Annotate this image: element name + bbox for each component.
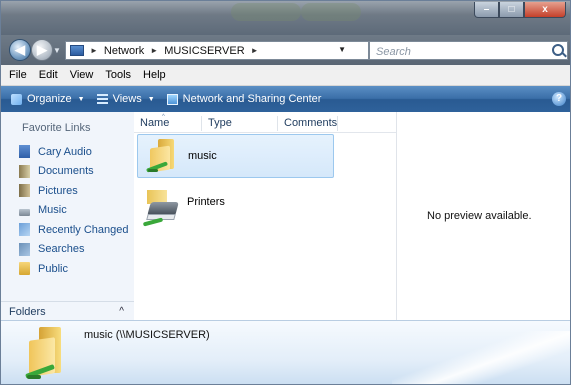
favorite-links-list: Cary Audio Documents Pictures Music Rece…	[1, 142, 134, 279]
title-bar[interactable]: – □ x	[1, 1, 570, 35]
details-pane: music (\\MUSICSERVER)	[1, 320, 570, 384]
favorite-links-heading: Favorite Links	[22, 122, 91, 134]
explorer-window: – □ x ◀ ▶ ▼ ► Network ► MUSICSERVER ► ▼ …	[0, 0, 571, 385]
favorite-link-label: Recently Changed	[38, 223, 129, 236]
folders-label: Folders	[9, 305, 46, 318]
views-label: Views	[112, 93, 142, 105]
command-bar: Organize ▼ Views ▼ Network and Sharing C…	[1, 86, 570, 112]
list-item-printers[interactable]: Printers	[137, 188, 334, 232]
sort-indicator-icon: ^	[162, 113, 165, 120]
folders-toggle[interactable]: Folders ^	[1, 301, 134, 321]
views-button[interactable]: Views ▼	[96, 93, 155, 105]
chevron-down-icon: ▼	[77, 95, 85, 103]
chevron-down-icon: ▼	[147, 95, 155, 103]
network-sharing-label: Network and Sharing Center	[182, 93, 322, 105]
network-folder-icon	[145, 139, 178, 173]
preview-message: No preview available.	[427, 210, 532, 222]
organize-label: Organize	[27, 93, 72, 105]
network-location-icon	[70, 45, 84, 56]
title-glass	[301, 3, 361, 21]
search-icon[interactable]	[552, 44, 564, 56]
navigation-pane: Favorite Links Cary Audio Documents Pict…	[1, 112, 135, 320]
favorite-link-label: Documents	[38, 165, 94, 178]
search-box[interactable]	[369, 41, 568, 60]
menu-view[interactable]: View	[64, 69, 100, 81]
column-header-type[interactable]: Type	[202, 115, 278, 131]
favorite-link-searches[interactable]: Searches	[1, 240, 134, 260]
network-sharing-center-button[interactable]: Network and Sharing Center	[166, 93, 322, 105]
address-row: ◀ ▶ ▼ ► Network ► MUSICSERVER ► ▼ ↔	[1, 35, 570, 65]
details-item-name: music (\\MUSICSERVER)	[84, 329, 210, 341]
list-item-label: Printers	[187, 196, 225, 208]
menu-edit[interactable]: Edit	[33, 69, 64, 81]
recently-changed-icon	[19, 223, 30, 237]
network-folder-icon	[23, 327, 67, 381]
menu-file[interactable]: File	[1, 69, 33, 81]
favorite-link-label: Searches	[38, 243, 85, 256]
close-button[interactable]: x	[524, 2, 566, 18]
maximize-button[interactable]: □	[499, 2, 524, 18]
column-header-name[interactable]: ^ Name	[134, 114, 202, 131]
address-bar[interactable]: ► Network ► MUSICSERVER ► ▼ ↔	[65, 41, 427, 60]
menu-help[interactable]: Help	[137, 69, 172, 81]
favorite-link-cary-audio[interactable]: Cary Audio	[1, 142, 134, 162]
details-decoration	[392, 331, 570, 384]
search-input[interactable]	[374, 43, 548, 60]
favorite-link-label: Cary Audio	[38, 145, 92, 158]
cary-audio-icon	[19, 145, 30, 159]
favorite-link-label: Pictures	[38, 184, 78, 197]
favorite-link-documents[interactable]: Documents	[1, 162, 134, 182]
favorite-link-label: Public	[38, 262, 68, 275]
help-icon[interactable]: ?	[552, 92, 566, 106]
preview-pane: No preview available.	[396, 112, 570, 320]
forward-button[interactable]: ▶	[31, 39, 53, 61]
breadcrumb-network[interactable]: Network	[104, 45, 144, 57]
favorite-link-label: Music	[38, 204, 67, 217]
chevron-up-icon[interactable]: ^	[119, 306, 124, 317]
recent-pages-dropdown[interactable]: ▼	[53, 46, 61, 55]
favorite-link-public[interactable]: Public	[1, 259, 134, 279]
file-list-pane: ^ Name Type Comments music Printers	[134, 112, 396, 320]
favorite-link-recently-changed[interactable]: Recently Changed	[1, 220, 134, 240]
menu-bar: File Edit View Tools Help	[1, 65, 570, 86]
printer-icon	[142, 190, 179, 228]
searches-icon	[19, 242, 30, 256]
organize-button[interactable]: Organize ▼	[11, 93, 85, 105]
minimize-button[interactable]: –	[474, 2, 499, 18]
views-icon	[96, 93, 108, 105]
window-controls: – □ x	[474, 2, 566, 18]
music-icon	[19, 208, 30, 216]
documents-icon	[19, 164, 30, 178]
public-folder-icon	[19, 262, 30, 276]
breadcrumb-separator[interactable]: ►	[90, 46, 98, 55]
breadcrumb-separator[interactable]: ►	[150, 46, 158, 55]
network-sharing-icon	[166, 93, 178, 105]
favorite-link-pictures[interactable]: Pictures	[1, 181, 134, 201]
back-button[interactable]: ◀	[9, 39, 31, 61]
favorite-link-music[interactable]: Music	[1, 201, 134, 221]
menu-tools[interactable]: Tools	[99, 69, 137, 81]
address-dropdown-icon[interactable]: ▼	[338, 45, 346, 54]
title-glass	[231, 3, 301, 21]
breadcrumb-separator[interactable]: ►	[251, 46, 259, 55]
pictures-icon	[19, 184, 30, 198]
list-item-music[interactable]: music	[137, 134, 334, 178]
list-item-label: music	[188, 150, 217, 162]
organize-icon	[11, 93, 22, 105]
column-headers: ^ Name Type Comments	[134, 114, 396, 133]
column-header-comments[interactable]: Comments	[278, 115, 338, 131]
breadcrumb-musicserver[interactable]: MUSICSERVER	[164, 45, 244, 57]
